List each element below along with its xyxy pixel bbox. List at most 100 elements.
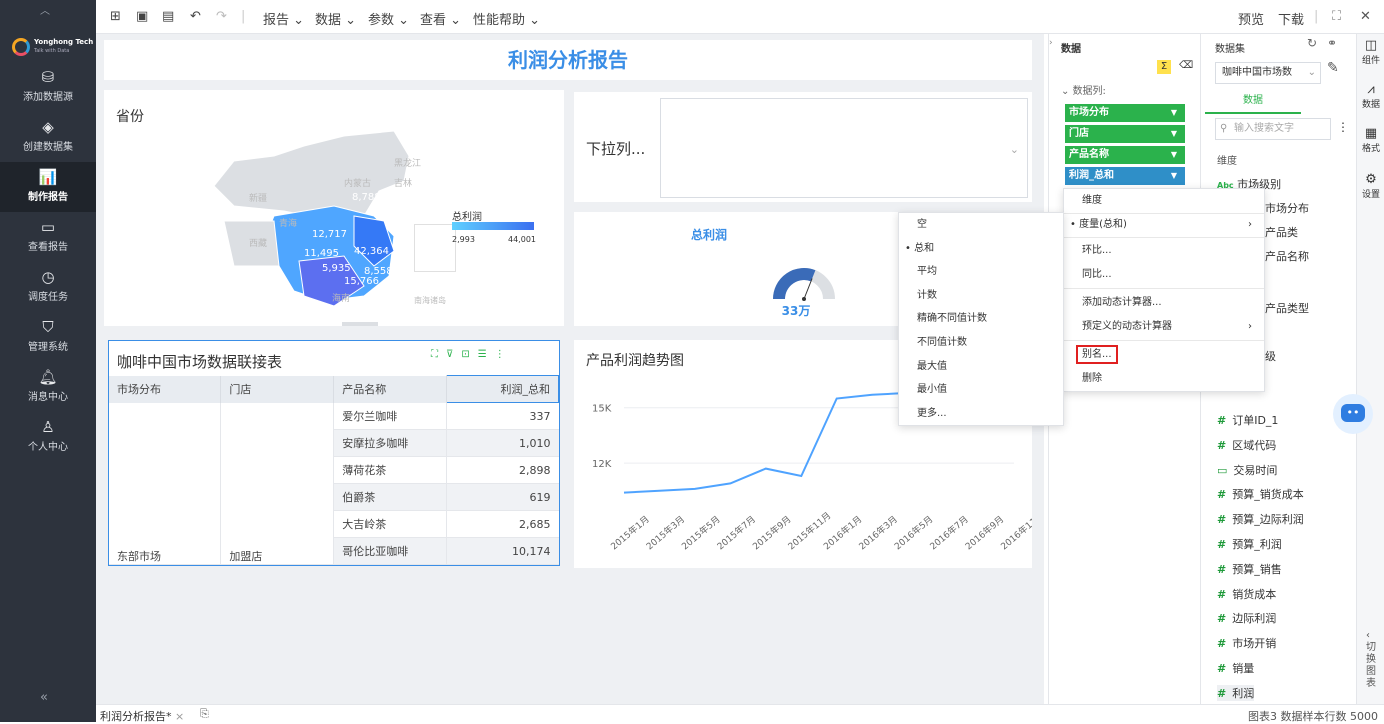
more-options-icon[interactable]: ⋮ xyxy=(1337,120,1349,134)
agg-option[interactable]: 空 xyxy=(899,213,1063,237)
table-row[interactable]: 东部市场 加盟店 爱尔兰咖啡 337 xyxy=(109,402,559,565)
agg-option[interactable]: 最大值 xyxy=(899,355,1063,379)
filter-icon[interactable]: ⊽ xyxy=(446,349,461,360)
pill-product[interactable]: 产品名称 ▼ xyxy=(1065,146,1185,164)
dimension-field[interactable]: 产品类 xyxy=(1265,224,1298,240)
menu-perf-help[interactable]: 性能帮助 ⌄ xyxy=(473,9,540,28)
cell-product: 大吉岭茶 xyxy=(333,510,447,538)
collapse-nav-icon[interactable]: « xyxy=(40,690,48,705)
dropdown-card[interactable]: 下拉列... ⌄ xyxy=(574,92,1032,202)
measure-field[interactable]: # 边际利润 xyxy=(1217,610,1276,626)
dimension-field[interactable]: 产品名称 xyxy=(1265,248,1309,264)
panel-collapse-icon[interactable]: › xyxy=(1049,38,1053,48)
measure-field[interactable]: # 区域代码 xyxy=(1217,437,1276,453)
close-icon[interactable]: ✕ xyxy=(1360,9,1371,24)
edit-icon[interactable]: ✎ xyxy=(1327,60,1339,76)
assistant-bot[interactable]: •• xyxy=(1333,394,1373,434)
more-icon[interactable]: ⋮ xyxy=(495,349,513,360)
nav-create-dataset[interactable]: ◈ 创建数据集 xyxy=(0,112,96,162)
agg-option[interactable]: • 总和 xyxy=(899,237,1063,261)
nav-label: 个人中心 xyxy=(28,442,68,453)
tab-data[interactable]: 数据 xyxy=(1205,88,1301,114)
select-icon[interactable]: ⊡ xyxy=(461,349,477,360)
agg-option[interactable]: 更多... xyxy=(899,402,1063,426)
list-icon[interactable]: ☰ xyxy=(478,349,495,360)
title-card[interactable]: 利润分析报告 xyxy=(104,40,1032,80)
agg-option[interactable]: 精确不同值计数 xyxy=(899,307,1063,331)
eraser-icon[interactable]: ⌫ xyxy=(1179,60,1193,71)
dimension-field[interactable]: 市场分布 xyxy=(1265,200,1309,216)
undo-icon[interactable]: ↶ xyxy=(190,9,201,24)
agg-option[interactable]: 平均 xyxy=(899,260,1063,284)
nav-admin[interactable]: ⛉ 管理系统 xyxy=(0,312,96,362)
add-tab-icon[interactable]: ⎘ xyxy=(200,707,209,721)
measure-field[interactable]: # 订单ID_1 xyxy=(1217,412,1278,428)
switch-chart-button[interactable]: ‹ 切换图表 xyxy=(1366,630,1376,690)
pill-store[interactable]: 门店 ▼ xyxy=(1065,125,1185,143)
menu-item-predefined-calc[interactable]: 预定义的动态计算器 › xyxy=(1064,315,1264,339)
save-as-icon[interactable]: ▤ xyxy=(162,9,174,24)
measure-field[interactable]: ▭ 交易时间 xyxy=(1217,462,1277,478)
menu-item-mom[interactable]: 环比... xyxy=(1064,239,1264,263)
link-icon[interactable]: ⚭ xyxy=(1327,36,1337,50)
menu-item-yoy[interactable]: 同比... xyxy=(1064,263,1264,287)
measure-field[interactable]: # 预算_利润 xyxy=(1217,536,1282,552)
nav-schedule[interactable]: ◷ 调度任务 xyxy=(0,262,96,312)
data-columns-section[interactable]: ⌄ 数据列: xyxy=(1061,82,1106,97)
tab-components[interactable]: ◫ 组件 xyxy=(1357,38,1384,66)
tab-format[interactable]: ▦ 格式 xyxy=(1357,126,1384,154)
expand-icon[interactable]: ⛶ xyxy=(431,349,446,360)
field-search-input[interactable]: ⚲ 输入搜索文字 xyxy=(1215,118,1331,140)
nav-view-report[interactable]: ▭ 查看报告 xyxy=(0,212,96,262)
dropdown-select[interactable]: ⌄ xyxy=(660,98,1028,198)
map-card[interactable]: 省份 8,788 12,717 42,364 11,495 5,935 8,55… xyxy=(104,90,564,326)
dimension-field[interactable]: 产品类型 xyxy=(1265,300,1309,316)
sigma-icon[interactable]: Σ xyxy=(1157,60,1171,74)
data-panel-title: 数据 xyxy=(1061,44,1081,55)
pill-profit[interactable]: 利润_总和 ▼ xyxy=(1065,167,1185,185)
menu-item-delete[interactable]: 删除 xyxy=(1064,367,1264,391)
col-header[interactable]: 市场分布 xyxy=(109,375,222,403)
save-icon[interactable]: ▣ xyxy=(136,9,148,24)
nav-messages[interactable]: 🔔︎ 消息中心 xyxy=(0,362,96,412)
dimension-field[interactable]: 级 xyxy=(1265,348,1276,364)
preview-button[interactable]: 预览 xyxy=(1238,9,1264,28)
measure-field[interactable]: # 市场开销 xyxy=(1217,635,1276,651)
pill-market[interactable]: 市场分布 ▼ xyxy=(1065,104,1185,122)
agg-option[interactable]: 不同值计数 xyxy=(899,331,1063,355)
fullscreen-icon[interactable]: ⛶ xyxy=(1332,9,1341,24)
refresh-icon[interactable]: ↻ xyxy=(1307,36,1317,50)
menu-item-alias[interactable]: 别名... xyxy=(1064,343,1264,367)
agg-option[interactable]: 计数 xyxy=(899,284,1063,308)
nav-add-datasource[interactable]: ⛁ 添加数据源 xyxy=(0,62,96,112)
tab-settings[interactable]: ⚙ 设置 xyxy=(1357,172,1384,200)
col-header[interactable]: 产品名称 xyxy=(333,375,448,403)
measure-field[interactable]: # 销货成本 xyxy=(1217,586,1276,602)
agg-option[interactable]: 最小值 xyxy=(899,378,1063,402)
collapse-up-icon[interactable]: ︿ xyxy=(40,2,50,17)
col-header[interactable]: 门店 xyxy=(220,375,335,403)
menu-item-dimension[interactable]: 维度 xyxy=(1064,189,1264,213)
col-header[interactable]: 利润_总和 xyxy=(446,375,559,403)
measure-field[interactable]: # 销量 xyxy=(1217,660,1254,676)
new-icon[interactable]: ⊞ xyxy=(110,9,121,24)
map-north-region xyxy=(213,130,410,222)
dataset-select[interactable]: 咖啡中国市场数 ⌄ xyxy=(1215,62,1321,84)
menu-item-measure[interactable]: • 度量(总和) › xyxy=(1064,213,1264,237)
redo-icon[interactable]: ↷ xyxy=(216,9,227,24)
measure-field[interactable]: # 预算_销货成本 xyxy=(1217,486,1304,502)
menu-data[interactable]: 数据 ⌄ xyxy=(315,9,356,28)
measure-field[interactable]: # 预算_边际利润 xyxy=(1217,511,1304,527)
menu-item-add-calc[interactable]: 添加动态计算器... xyxy=(1064,291,1264,315)
download-button[interactable]: 下载 xyxy=(1278,9,1304,28)
menu-report[interactable]: 报告 ⌄ xyxy=(263,9,304,28)
measure-field[interactable]: # 利润 xyxy=(1217,684,1255,701)
table-card[interactable]: 咖啡中国市场数据联接表 ⛶⊽⊡☰⋮ 市场分布 门店 产品名称 利润_总和 东部市… xyxy=(108,340,560,566)
menu-params[interactable]: 参数 ⌄ xyxy=(368,9,409,28)
nav-profile[interactable]: ♙ 个人中心 xyxy=(0,412,96,462)
nav-make-report[interactable]: 📊 制作报告 xyxy=(0,162,96,212)
menu-view[interactable]: 查看 ⌄ xyxy=(420,9,461,28)
tab-data-side[interactable]: ⩘ 数据 xyxy=(1357,82,1384,110)
measure-field[interactable]: # 预算_销售 xyxy=(1217,561,1282,577)
close-tab-icon[interactable]: × xyxy=(175,710,184,723)
